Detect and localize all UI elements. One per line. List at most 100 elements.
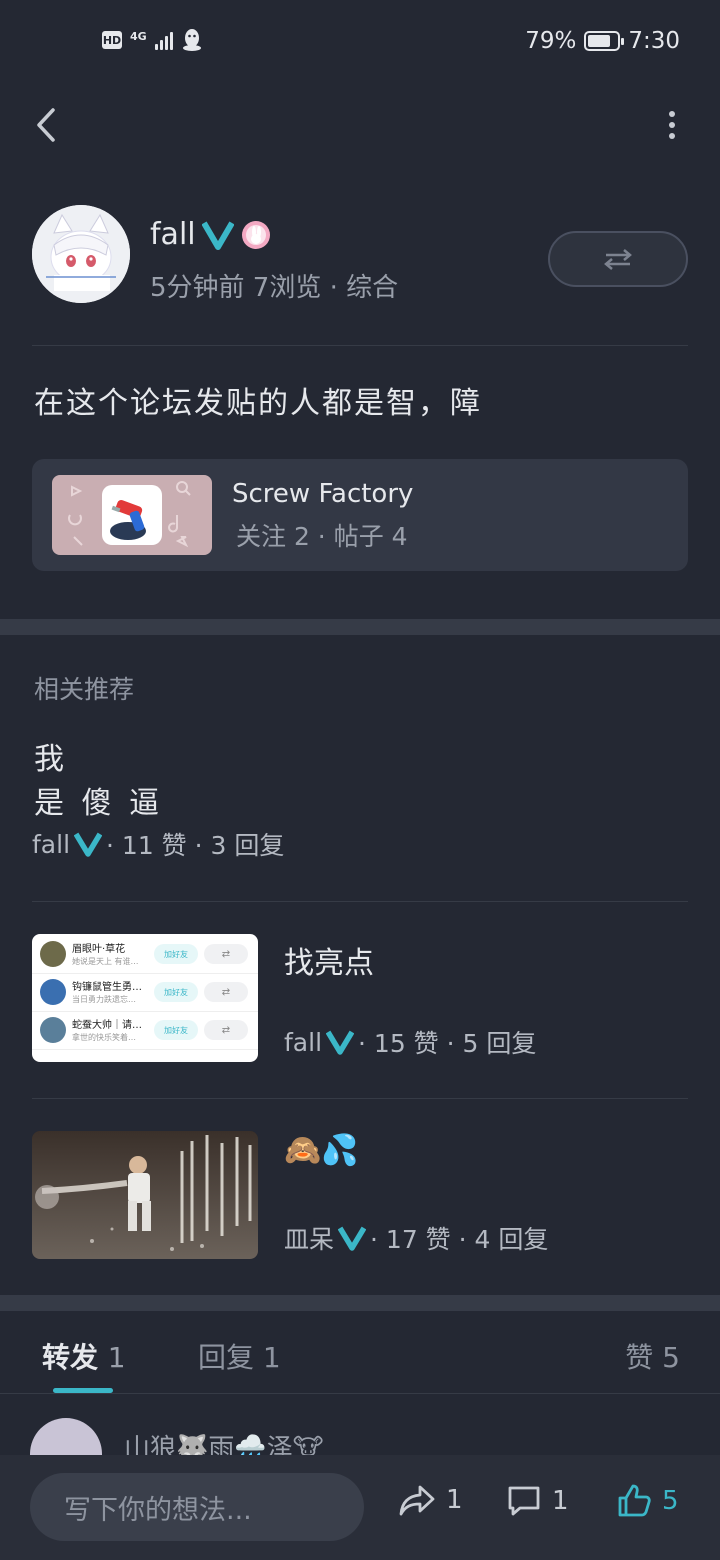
tab-label: 转发 <box>42 1341 99 1374</box>
tab-label: 赞 <box>625 1341 654 1374</box>
back-button[interactable] <box>26 103 66 147</box>
verified-icon <box>201 220 234 250</box>
recommendation-title: 🙈💦 <box>284 1133 359 1168</box>
commenter-name: 山狼🐺雨🌧️泽🐮 <box>124 1434 324 1458</box>
thumbnail-row-name: 眉眼叶·草花 <box>72 944 126 955</box>
rabbit-badge-icon <box>241 220 270 249</box>
recommendation-title-line: 是 傻 逼 <box>34 786 164 821</box>
tab-like[interactable]: 赞 5 <box>625 1336 680 1376</box>
battery-fill <box>588 35 611 47</box>
section-separator <box>0 1295 720 1311</box>
thumbnail-row: 蛇蚕大帅｜请… 拿世的快乐笑着… 加好友 ⇄ <box>32 1012 258 1050</box>
divider <box>32 1098 688 1099</box>
author-meta: 5分钟前 7浏览 · 综合 <box>150 273 399 303</box>
qq-icon <box>182 29 201 51</box>
recommendation-meta: 皿呆 · 17 赞 · 4 回复 <box>284 1220 548 1256</box>
screw-factory-icon <box>102 485 162 545</box>
recommendation-author: fall <box>32 829 71 859</box>
recommendation-title-line: 我 <box>34 742 68 777</box>
recommendation-meta: fall · 15 赞 · 5 回复 <box>284 1024 536 1060</box>
more-vertical-icon <box>669 111 675 139</box>
recommendation-thumbnail: 眉眼叶·草花 她说是天上 有谁… 加好友 ⇄ 钩镰鼠管生勇… 当日勇力跌遗忘… 加好友 ⇄ 蛇蚕… <box>32 934 258 1062</box>
forum-stats: 关注 2 · 帖子 4 <box>236 522 408 551</box>
recommendation-author: 皿呆 <box>284 1225 335 1254</box>
verified-icon <box>74 832 103 857</box>
recommendation-stats: · 11 赞 · 3 回复 <box>106 831 285 860</box>
repost-toggle-button[interactable] <box>548 231 688 287</box>
tab-count: 5 <box>662 1341 680 1374</box>
recommendation-title: 我 是 傻 逼 <box>34 738 163 826</box>
status-left: HD 4G <box>102 28 203 52</box>
like-button[interactable]: 5 <box>616 1483 679 1519</box>
thumbnail-row-name: 钩镰鼠管生勇… <box>72 982 142 993</box>
comment-count: 1 <box>552 1486 569 1516</box>
share-icon <box>399 1485 435 1516</box>
divider <box>0 1393 720 1394</box>
author-name-row: fall <box>150 217 272 252</box>
tab-count: 1 <box>262 1341 281 1374</box>
avatar <box>40 979 66 1005</box>
battery-percent: 79% <box>525 28 577 54</box>
thumbnail-row-sub: 她说是天上 有谁… <box>72 957 139 966</box>
hd-badge: HD <box>102 31 122 49</box>
tab-label: 回复 <box>198 1341 255 1374</box>
avatar-image <box>32 205 130 303</box>
avatar <box>40 941 66 967</box>
divider <box>32 345 688 346</box>
network-type: 4G <box>130 30 147 43</box>
battery-icon <box>584 31 625 51</box>
chevron-left-icon <box>37 108 55 142</box>
divider <box>32 901 688 902</box>
verified-icon <box>338 1226 367 1251</box>
recommendation-thumbnail <box>32 1131 258 1259</box>
author-name[interactable]: fall <box>150 217 196 252</box>
thumbs-up-icon <box>618 1484 651 1517</box>
thumbnail-row-sub: 当日勇力跌遗忘… <box>72 995 136 1004</box>
swap-icon: ⇄ <box>204 1020 248 1040</box>
forum-name: Screw Factory <box>232 479 414 509</box>
more-button[interactable] <box>660 103 684 147</box>
interaction-tabs: 转发 1 回复 1 赞 5 <box>0 1310 720 1394</box>
swap-icon: ⇄ <box>204 982 248 1002</box>
avatar[interactable] <box>32 205 130 303</box>
author-header: fall 5分钟前 7浏览 · 综合 <box>32 205 688 305</box>
comment-list-item[interactable]: 山狼🐺雨🌧️泽🐮 <box>0 1418 720 1458</box>
post-text: 在这个论坛发贴的人都是智，障 <box>34 386 482 421</box>
comment-button[interactable]: 1 <box>506 1483 569 1519</box>
nav-bar <box>0 95 720 155</box>
forum-thumbnail <box>52 475 212 555</box>
thumbnail-row: 眉眼叶·草花她说是天上 有谁… 加好友 ⇄ <box>32 936 258 974</box>
tab-reply[interactable]: 回复 1 <box>198 1336 281 1376</box>
share-button[interactable]: 1 <box>398 1483 463 1517</box>
clock: 7:30 <box>628 28 680 54</box>
thumbnail-row-name: 蛇蚕大帅｜请… <box>72 1020 142 1031</box>
fountain-photo <box>32 1131 258 1259</box>
recommendation-stats: · 17 赞 · 4 回复 <box>370 1225 549 1254</box>
drill-icon <box>110 500 146 540</box>
status-bar: HD 4G 79% 7:30 <box>0 0 720 84</box>
verified-icon <box>326 1030 355 1055</box>
thumbnail-add-friend: 加好友 <box>154 1020 198 1040</box>
thumbnail-row-sub: 拿世的快乐笑着… <box>72 1033 136 1042</box>
tab-repost[interactable]: 转发 1 <box>42 1336 126 1376</box>
section-separator <box>0 619 720 635</box>
swap-icon <box>604 249 632 270</box>
recommendation-stats: · 15 赞 · 5 回复 <box>358 1029 537 1058</box>
comment-input[interactable]: 写下你的想法... <box>30 1473 364 1541</box>
swap-icon: ⇄ <box>204 944 248 964</box>
recommendation-author: fall <box>284 1027 323 1057</box>
avatar[interactable] <box>30 1418 102 1458</box>
thumbnail-add-friend: 加好友 <box>154 982 198 1002</box>
status-right: 79% 7:30 <box>525 28 680 54</box>
signal-icon <box>154 30 173 50</box>
like-count: 5 <box>662 1486 679 1516</box>
recommendations-title: 相关推荐 <box>34 675 135 704</box>
bottom-action-bar: 写下你的想法... 1 1 5 <box>0 1455 720 1560</box>
thumbnail-add-friend: 加好友 <box>154 944 198 964</box>
comment-icon <box>508 1486 540 1516</box>
recommendation-meta: fall · 11 赞 · 3 回复 <box>32 826 284 862</box>
recommendation-title: 找亮点 <box>284 946 374 981</box>
thumbnail-row: 钩镰鼠管生勇… 当日勇力跌遗忘… 加好友 ⇄ <box>32 974 258 1012</box>
avatar <box>40 1017 66 1043</box>
forum-card[interactable]: Screw Factory 关注 2 · 帖子 4 <box>32 459 688 571</box>
